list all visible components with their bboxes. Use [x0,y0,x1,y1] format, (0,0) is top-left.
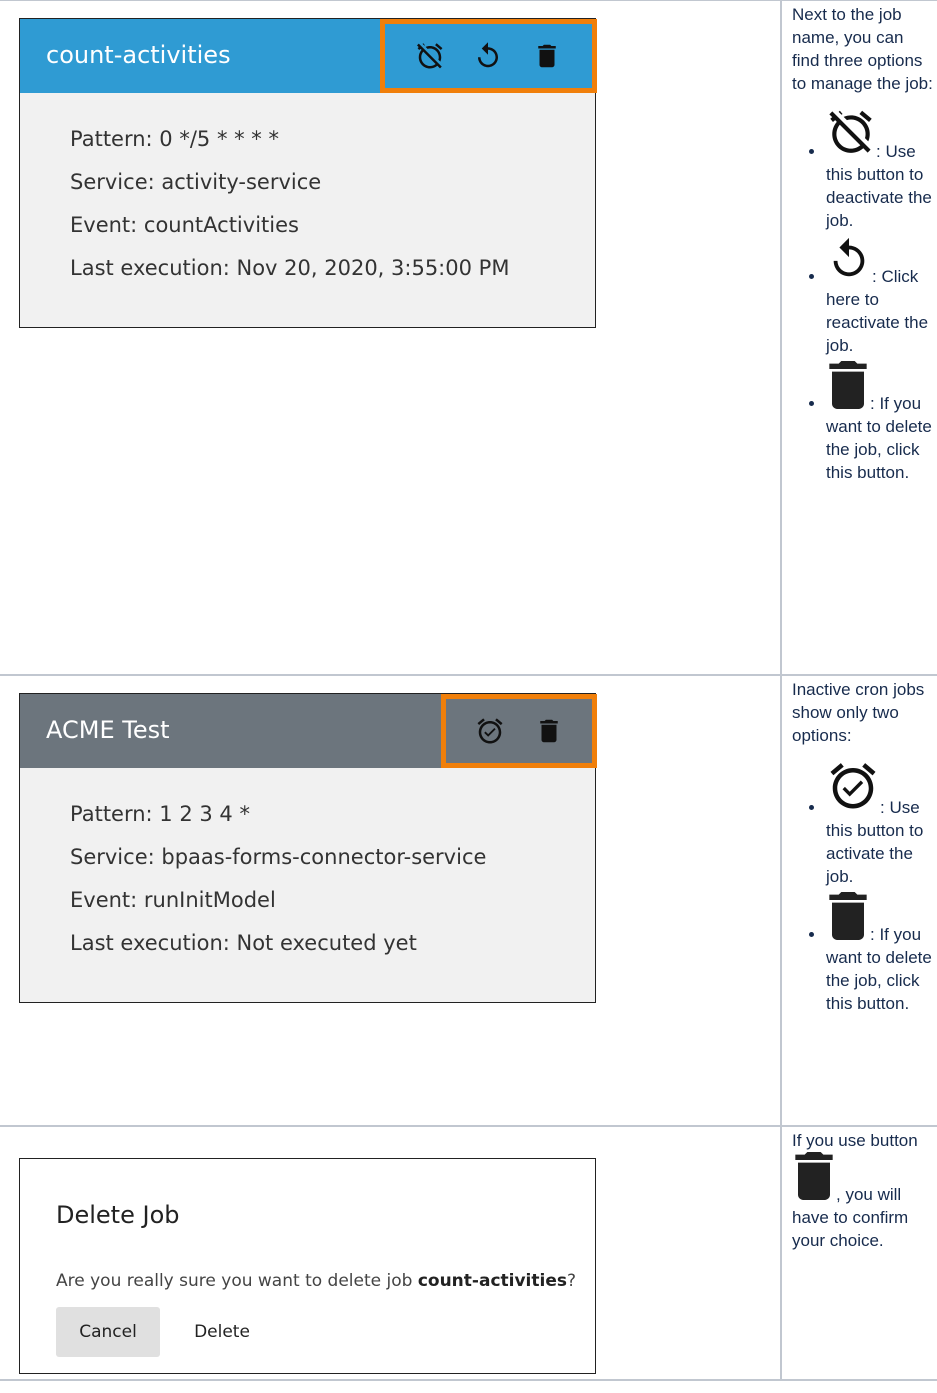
job-title: count-activities [46,41,231,69]
table-cell-screenshot: Delete Job Are you really sure you want … [0,1125,782,1381]
description-intro: Inactive cron jobs show only two options… [792,680,925,745]
job-card-inactive: ACME Test Pattern: 1 2 3 4 * Service: bp… [19,693,597,1003]
job-last-execution: Last execution: Not executed yet [70,931,417,955]
list-item: : Use this button to activate the job. [826,759,933,888]
description: Inactive cron jobs show only two options… [792,678,933,1019]
delete-icon [792,1152,836,1206]
message-suffix: ? [567,1271,577,1291]
description: Next to the job name, you can find three… [792,3,933,488]
job-pattern: Pattern: 1 2 3 4 * [70,802,250,826]
cancel-button[interactable]: Cancel [56,1307,160,1357]
table-row: count-activities Pattern: 0 */5 * * * * … [0,0,937,676]
dialog-message: Are you really sure you want to delete j… [56,1271,576,1291]
delete-icon [826,892,870,946]
alarm-off-icon[interactable] [415,41,445,71]
alarm-off-icon [826,107,876,163]
delete-icon[interactable] [532,41,562,71]
job-pattern: Pattern: 0 */5 * * * * [70,127,279,151]
job-event: Event: countActivities [70,213,299,237]
table-cell-description: If you use button , you will have to con… [780,1125,937,1381]
job-details: Pattern: 1 2 3 4 * Service: bpaas-forms-… [20,768,595,974]
list-item: : Use this button to deactivate the job. [826,107,933,232]
delete-icon[interactable] [534,716,564,746]
description-prefix: If you use button [792,1131,918,1150]
options-list: : Use this button to activate the job. :… [792,759,933,1015]
table-cell-description: Inactive cron jobs show only two options… [780,674,937,1127]
job-card-active: count-activities Pattern: 0 */5 * * * * … [19,18,597,328]
delete-button[interactable]: Delete [180,1307,264,1357]
table-row: Delete Job Are you really sure you want … [0,1125,937,1381]
table-cell-screenshot: count-activities Pattern: 0 */5 * * * * … [0,0,782,676]
message-job-name: count-activities [417,1271,567,1291]
table-row: ACME Test Pattern: 1 2 3 4 * Service: bp… [0,674,937,1127]
delete-job-dialog: Delete Job Are you really sure you want … [19,1158,596,1374]
job-header: ACME Test [20,694,597,768]
restore-icon [826,236,872,288]
list-item: : If you want to delete the job, click t… [826,361,933,484]
description: If you use button , you will have to con… [792,1129,933,1252]
job-last-execution: Last execution: Nov 20, 2020, 3:55:00 PM [70,256,510,280]
alarm-check-icon[interactable] [475,716,505,746]
options-list: : Use this button to deactivate the job.… [792,107,933,484]
description-intro: Next to the job name, you can find three… [792,5,933,93]
job-header: count-activities [20,19,597,93]
job-actions-highlight [380,19,597,93]
table-cell-screenshot: ACME Test Pattern: 1 2 3 4 * Service: bp… [0,674,782,1127]
documentation-table: count-activities Pattern: 0 */5 * * * * … [0,0,937,1381]
list-item: : Click here to reactivate the job. [826,236,933,357]
job-service: Service: activity-service [70,170,322,194]
job-title: ACME Test [46,716,170,744]
restore-icon[interactable] [473,41,503,71]
job-service: Service: bpaas-forms-connector-service [70,845,487,869]
delete-icon [826,361,870,415]
job-actions-highlight [441,694,597,768]
table-cell-description: Next to the job name, you can find three… [780,0,937,676]
job-event: Event: runInitModel [70,888,276,912]
alarm-check-icon [826,759,880,819]
dialog-title: Delete Job [56,1201,180,1229]
list-item: : If you want to delete the job, click t… [826,892,933,1015]
job-details: Pattern: 0 */5 * * * * Service: activity… [20,93,595,299]
message-prefix: Are you really sure you want to delete j… [56,1271,418,1291]
